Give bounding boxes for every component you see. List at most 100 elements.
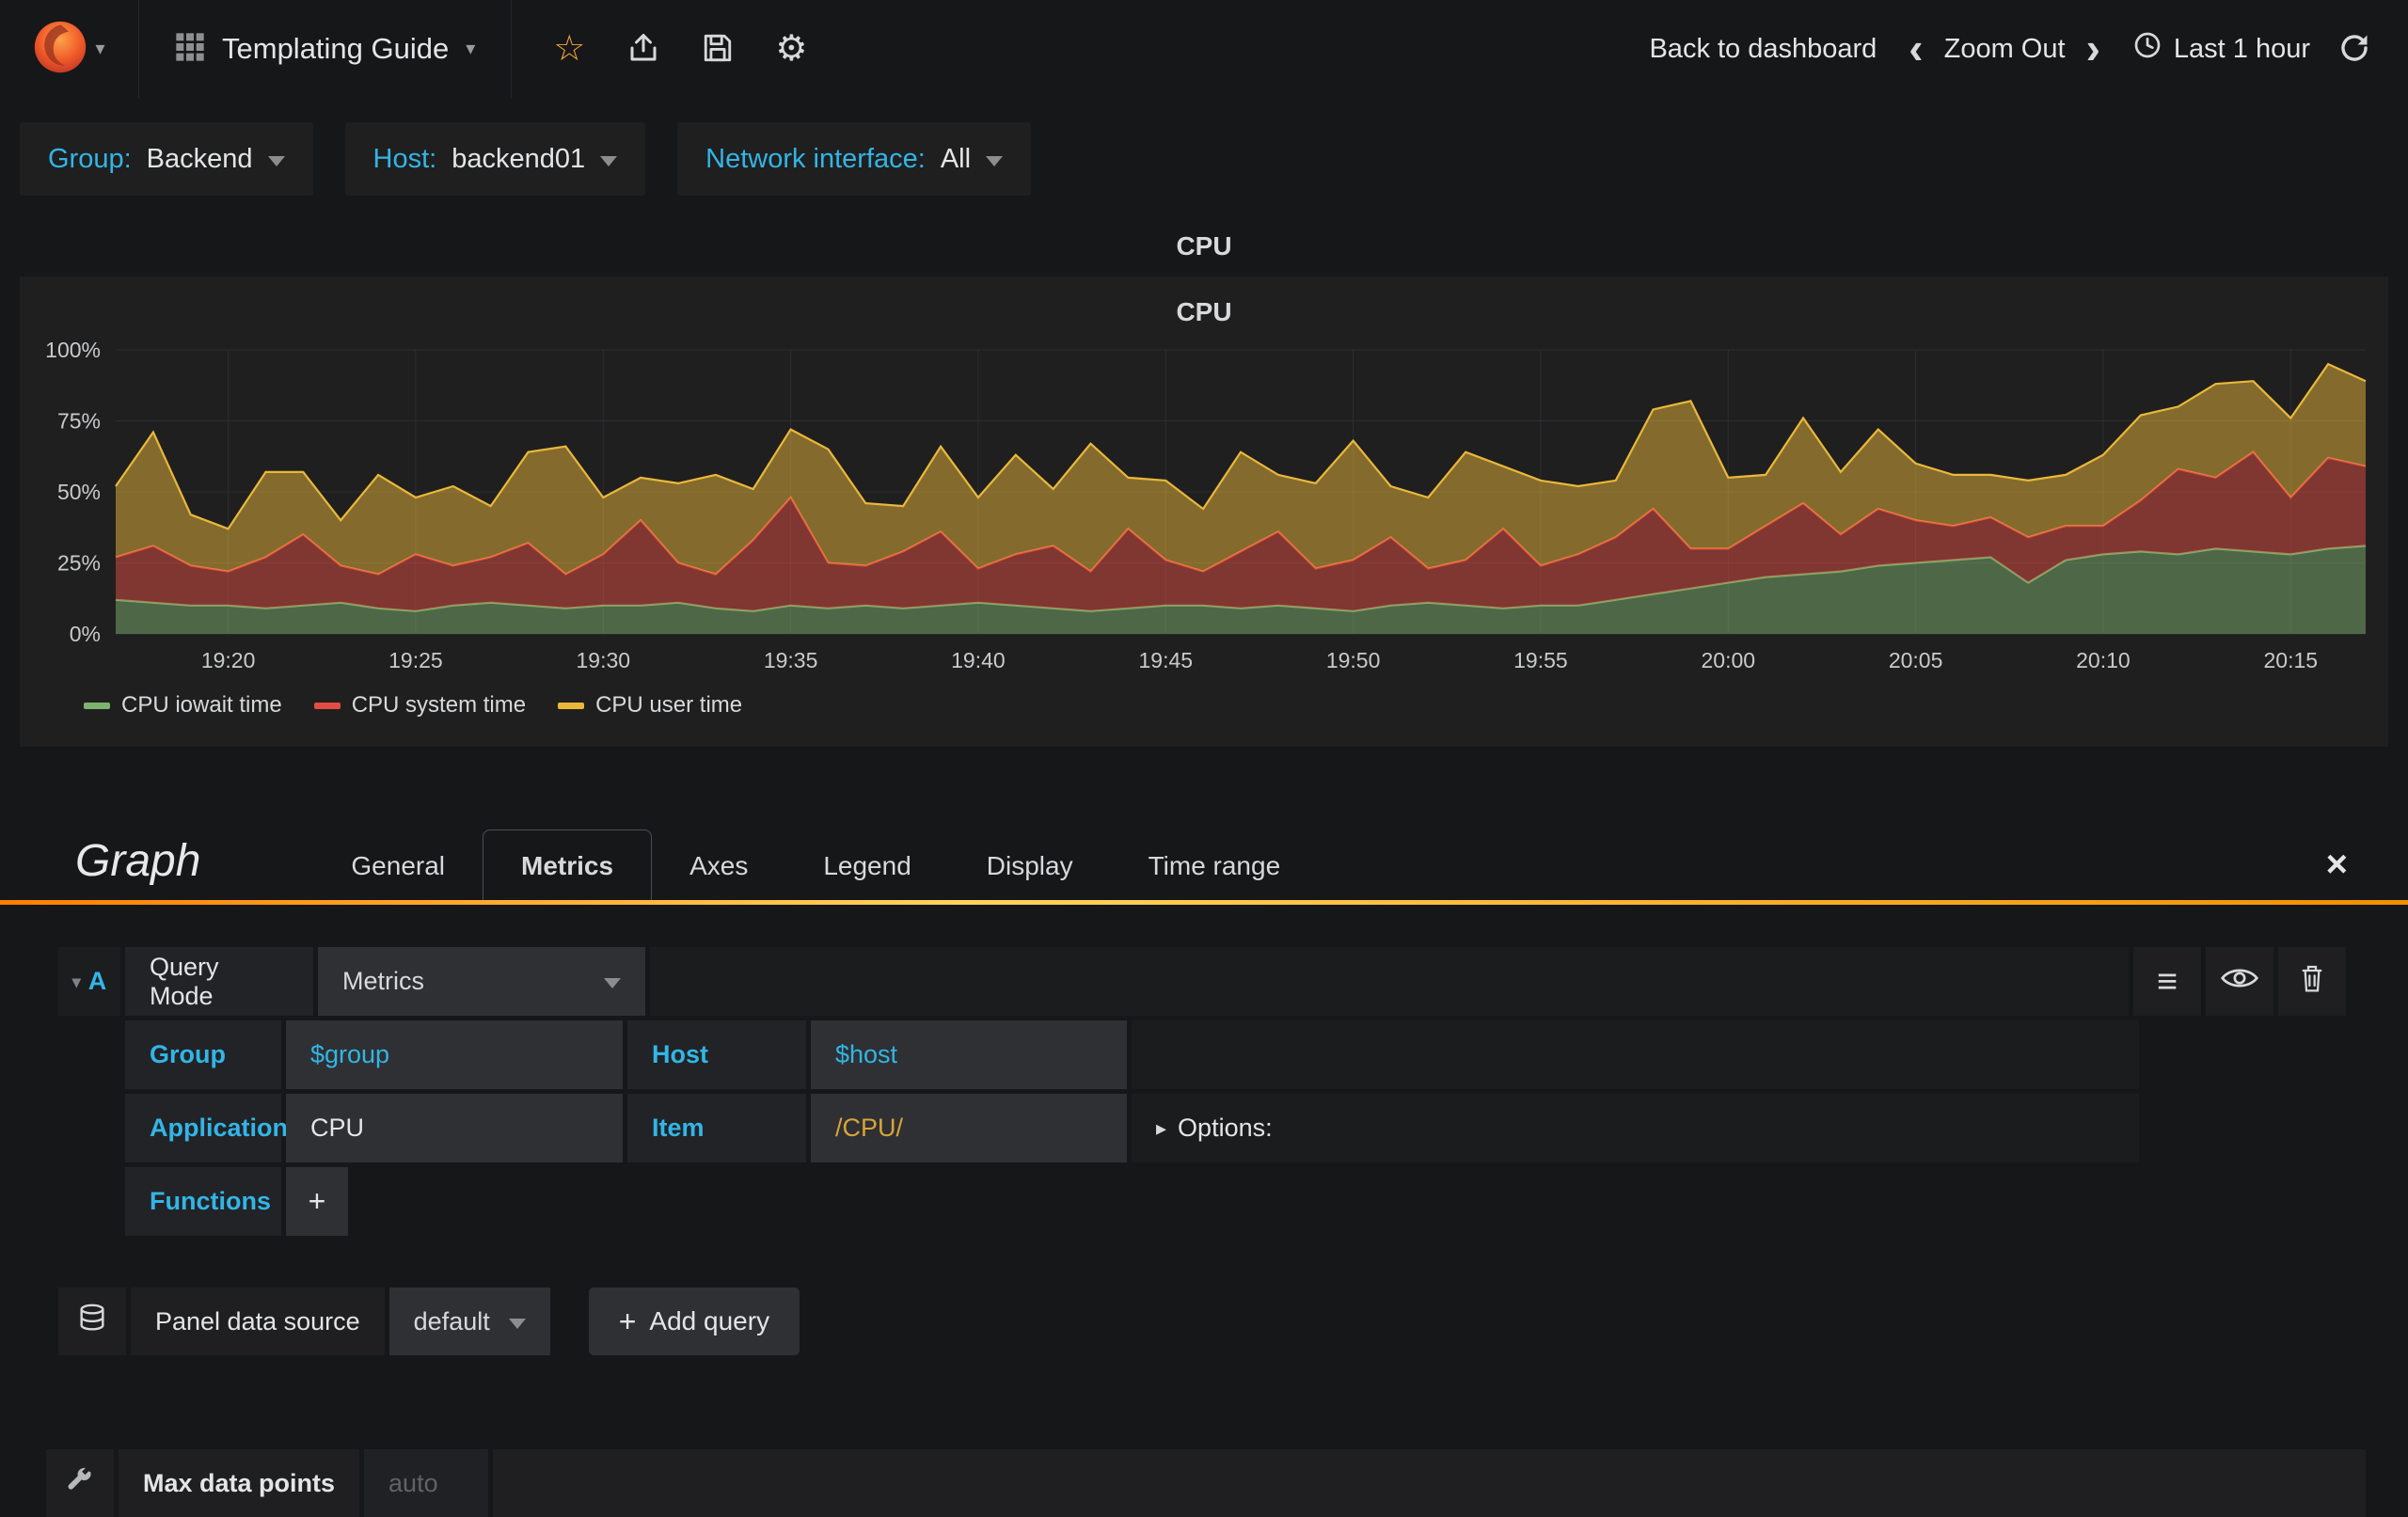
variable-value: All [940, 143, 972, 174]
tab-display[interactable]: Display [949, 830, 1111, 900]
star-button[interactable]: ☆ [553, 31, 585, 67]
legend-label: CPU system time [351, 692, 527, 718]
query-row-filler [650, 947, 2129, 1016]
query-menu-button[interactable]: ≡ [2133, 947, 2201, 1016]
add-function-button[interactable]: + [286, 1167, 348, 1236]
svg-text:100%: 100% [45, 338, 101, 362]
editor-tabs-row: Graph General Metrics Axes Legend Displa… [0, 830, 2408, 900]
panel-title[interactable]: CPU [0, 214, 2408, 277]
tab-general[interactable]: General [313, 830, 483, 900]
dashboard-title-menu[interactable]: Templating Guide ▾ [139, 0, 513, 98]
query-toggle-visibility-button[interactable] [2206, 947, 2273, 1016]
tab-legend[interactable]: Legend [785, 830, 948, 900]
item-field-value: /CPU/ [835, 1114, 904, 1142]
query-editor: ▾ A Query Mode Metrics ≡ Group $group Ho… [0, 905, 2408, 1236]
svg-text:19:20: 19:20 [201, 648, 256, 672]
group-field-input[interactable]: $group [286, 1020, 623, 1089]
datasource-value: default [413, 1306, 490, 1335]
settings-button[interactable]: ⚙ [775, 31, 807, 67]
back-to-dashboard-button[interactable]: Back to dashboard [1649, 34, 1877, 65]
tab-metrics[interactable]: Metrics [483, 830, 653, 900]
group-field-label: Group [125, 1020, 281, 1089]
variable-label: Group: [48, 143, 132, 174]
datasource-row: Panel data source default + Add query [58, 1288, 2346, 1355]
caret-down-icon [986, 155, 1004, 166]
zoom-out-button[interactable]: Zoom Out [1944, 34, 2066, 65]
item-field-label: Item [627, 1094, 806, 1162]
item-field-input[interactable]: /CPU/ [811, 1094, 1127, 1162]
legend-swatch-iowait [84, 702, 110, 709]
trash-icon [2299, 963, 2325, 1000]
application-field-label: Application [125, 1094, 288, 1162]
query-row-a: ▾ A Query Mode Metrics ≡ [58, 947, 2346, 1016]
tab-time-range[interactable]: Time range [1111, 830, 1319, 900]
refresh-button[interactable] [2338, 32, 2370, 67]
panel-data-source-label: Panel data source [131, 1288, 385, 1355]
time-range-label: Last 1 hour [2173, 33, 2310, 64]
svg-text:19:30: 19:30 [577, 648, 631, 672]
panel-options-icon-cell [46, 1449, 114, 1517]
save-icon [702, 32, 734, 67]
legend-label: CPU iowait time [121, 692, 282, 718]
query-mode-label: Query Mode [125, 947, 313, 1016]
time-range-picker[interactable]: Last 1 hour [2132, 30, 2310, 68]
cpu-stacked-area-chart[interactable]: 0% 25% 50% 75% 100% 19:20 19:25 19:30 19:35 19:40… [35, 337, 2373, 687]
options-toggle[interactable]: ▸ Options: [1156, 1114, 1273, 1143]
query-mode-select[interactable]: Metrics [318, 947, 645, 1016]
svg-text:20:10: 20:10 [2076, 648, 2131, 672]
legend-item-user[interactable]: CPU user time [558, 692, 742, 719]
svg-text:0%: 0% [70, 622, 101, 646]
svg-text:19:55: 19:55 [1513, 648, 1568, 672]
application-field-input[interactable]: CPU [286, 1094, 623, 1162]
query-delete-button[interactable] [2278, 947, 2346, 1016]
add-query-button[interactable]: + Add query [588, 1288, 800, 1355]
variable-value: Backend [146, 143, 253, 174]
eye-icon [2220, 965, 2259, 998]
star-icon: ☆ [553, 29, 586, 69]
svg-text:19:25: 19:25 [388, 648, 443, 672]
caret-down-icon [600, 155, 618, 166]
dashboard-grid-icon [175, 32, 205, 67]
time-shift-right-button[interactable]: › [2083, 27, 2104, 70]
legend-swatch-user [558, 702, 585, 709]
template-variable-row: Group: Backend Host: backend01 Network i… [0, 98, 2408, 214]
svg-text:19:40: 19:40 [951, 648, 1006, 672]
legend-swatch-system [313, 702, 341, 709]
host-field-input[interactable]: $host [811, 1020, 1127, 1089]
caret-down-icon: ▾ [95, 39, 105, 59]
max-data-points-input[interactable]: auto [364, 1449, 489, 1517]
panel-type-label: Graph [75, 836, 201, 886]
variable-group-dropdown[interactable]: Group: Backend [20, 122, 313, 196]
legend-item-iowait[interactable]: CPU iowait time [84, 692, 282, 719]
legend-item-system[interactable]: CPU system time [313, 692, 527, 719]
share-icon [626, 31, 660, 68]
time-shift-left-button[interactable]: ‹ [1905, 27, 1926, 70]
refresh-icon [2338, 32, 2370, 67]
grafana-logo-menu[interactable]: ▾ [0, 0, 139, 98]
gear-icon: ⚙ [775, 29, 808, 69]
datasource-select[interactable]: default [388, 1288, 550, 1355]
max-data-points-label: Max data points [119, 1449, 360, 1517]
clock-icon [2132, 30, 2162, 68]
svg-text:20:00: 20:00 [1702, 648, 1756, 672]
variable-label: Network interface: [705, 143, 926, 174]
chart-title: CPU [1176, 297, 1232, 326]
svg-text:19:45: 19:45 [1139, 648, 1194, 672]
database-icon [76, 1303, 108, 1341]
variable-netif-dropdown[interactable]: Network interface: All [677, 122, 1032, 196]
share-button[interactable] [626, 31, 660, 68]
tab-axes[interactable]: Axes [652, 830, 785, 900]
variable-host-dropdown[interactable]: Host: backend01 [344, 122, 646, 196]
svg-text:50%: 50% [57, 480, 101, 504]
save-button[interactable] [702, 32, 734, 67]
host-field-label: Host [627, 1020, 806, 1089]
add-query-label: Add query [649, 1306, 770, 1335]
query-ref-toggle[interactable]: ▾ A [58, 947, 120, 1016]
menu-icon: ≡ [2156, 961, 2178, 1002]
datasource-icon-cell [58, 1288, 126, 1355]
query-row-app-item: Application CPU Item /CPU/ ▸ Options: [125, 1094, 2139, 1162]
svg-text:20:05: 20:05 [1889, 648, 1943, 672]
functions-label: Functions [125, 1167, 281, 1236]
close-editor-button[interactable]: × [2326, 845, 2408, 900]
plus-icon: + [618, 1304, 637, 1338]
